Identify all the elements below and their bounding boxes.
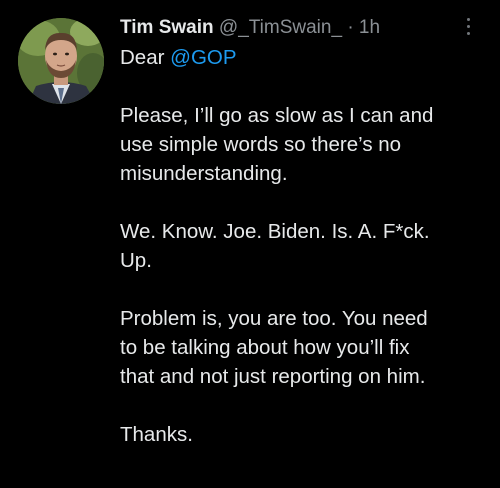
- more-vertical-icon[interactable]: [462, 18, 474, 40]
- profile-photo-icon: [18, 18, 104, 104]
- text-line: We. Know. Joe. Biden. Is. A. F*ck.: [120, 220, 430, 243]
- text-line: Up.: [120, 249, 152, 272]
- text-line: misunderstanding.: [120, 162, 288, 185]
- tweet[interactable]: Tim Swain @_TimSwain_ · 1h Dear @GOP Ple…: [0, 0, 500, 488]
- text-line: Thanks.: [120, 423, 193, 446]
- tweet-header: Tim Swain @_TimSwain_ · 1h: [120, 13, 380, 43]
- user-handle[interactable]: @_TimSwain_: [219, 17, 342, 38]
- display-name[interactable]: Tim Swain: [120, 17, 214, 38]
- avatar[interactable]: [18, 18, 104, 104]
- timestamp[interactable]: 1h: [359, 17, 380, 38]
- text-line: use simple words so there’s no: [120, 133, 402, 156]
- text-line: to be talking about how you’ll fix: [120, 336, 410, 359]
- text-line: Please, I’ll go as slow as I can and: [120, 104, 434, 127]
- text-line: Problem is, you are too. You need: [120, 307, 428, 330]
- greeting: Dear: [120, 46, 165, 69]
- separator-dot: ·: [347, 17, 354, 38]
- greeting-line: Dear @GOP: [120, 43, 492, 72]
- mention-link[interactable]: @GOP: [170, 46, 236, 69]
- text-line: that and not just reporting on him.: [120, 365, 426, 388]
- tweet-text: Dear @GOP Please, I’ll go as slow as I c…: [120, 43, 492, 449]
